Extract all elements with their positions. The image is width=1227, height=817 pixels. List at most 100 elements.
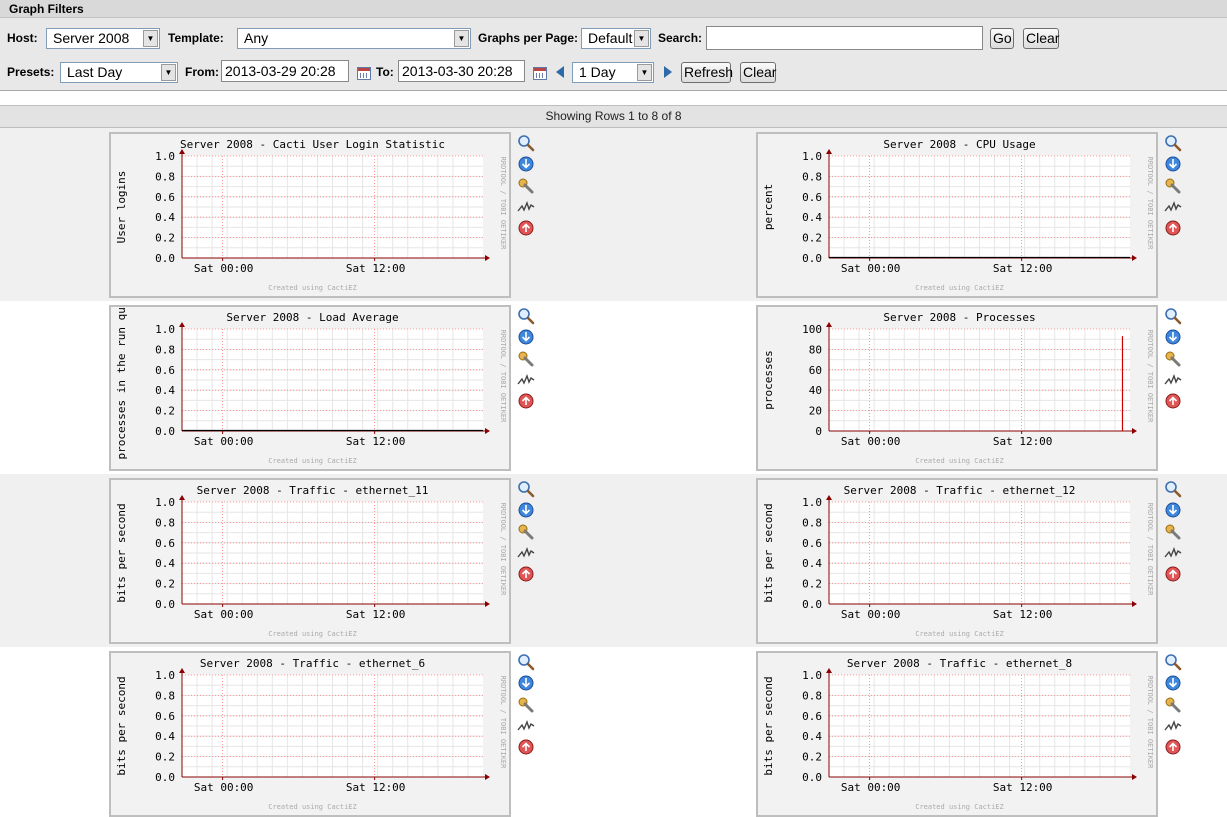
graph-image[interactable]: Server 2008 - CPU Usage 1.0 0.8 0.6 0.4 0.2 0.… [756,132,1158,298]
zoom-icon[interactable] [517,480,535,498]
y-axis-arrow [826,668,832,673]
y-tick-label: 0.4 [802,211,822,224]
edit-icon[interactable] [517,350,535,368]
export-icon[interactable] [517,328,535,346]
y-tick-label: 0.4 [802,730,822,743]
showing-rows-header: Showing Rows 1 to 8 of 8 [0,105,1227,128]
graph-image[interactable]: Server 2008 - Traffic - ethernet_11 1.0 0.… [109,478,511,644]
rrdtool-credit: RRDTOOL / TOBI OETIKER [1146,676,1154,770]
export-icon[interactable] [517,674,535,692]
y-tick-label: 1.0 [155,496,175,509]
export-icon[interactable] [517,155,535,173]
zoom-icon[interactable] [1164,480,1182,498]
realtime-icon[interactable] [1164,371,1182,389]
zoom-icon[interactable] [517,134,535,152]
realtime-icon[interactable] [517,198,535,216]
realtime-icon[interactable] [1164,198,1182,216]
x-axis-arrow [1132,255,1137,261]
y-tick-label: 0.0 [155,771,175,784]
export-icon[interactable] [1164,501,1182,519]
graph-image[interactable]: Server 2008 - Traffic - ethernet_8 1.0 0.8… [756,651,1158,817]
clear-search-button[interactable]: Clear [1023,28,1059,49]
y-tick-label: 0.2 [802,232,822,245]
export-icon[interactable] [1164,155,1182,173]
search-label: Search: [658,31,703,45]
chevron-down-icon: ▼ [637,64,652,81]
graph-footer: Created using CactiEZ [268,630,357,638]
move-up-icon[interactable] [517,738,535,756]
graph-image[interactable]: Server 2008 - Traffic - ethernet_6 1.0 0.8… [109,651,511,817]
edit-icon[interactable] [1164,523,1182,541]
graphs-per-page-label: Graphs per Page: [478,31,579,45]
zoom-icon[interactable] [517,307,535,325]
y-axis-arrow [179,495,185,500]
to-date-input[interactable]: 2013-03-30 20:28 [398,60,525,82]
y-tick-label: 0.0 [802,771,822,784]
y-tick-label: 0.6 [802,191,822,204]
export-icon[interactable] [1164,674,1182,692]
from-date-input[interactable]: 2013-03-29 20:28 [221,60,349,82]
realtime-icon[interactable] [1164,544,1182,562]
graph-footer: Created using CactiEZ [915,630,1004,638]
y-axis-label: bits per second [762,676,775,775]
go-button[interactable]: Go [990,28,1014,49]
graph-actions [1164,480,1184,590]
edit-icon[interactable] [1164,350,1182,368]
y-tick-label: 1.0 [155,150,175,163]
graph-image[interactable]: Server 2008 - Traffic - ethernet_12 1.0 0.… [756,478,1158,644]
move-up-icon[interactable] [1164,565,1182,583]
y-tick-label: 0.8 [155,343,175,356]
rrdtool-credit: RRDTOOL / TOBI OETIKER [499,503,507,597]
move-up-icon[interactable] [517,392,535,410]
edit-icon[interactable] [517,696,535,714]
y-tick-label: 1.0 [802,669,822,682]
move-up-icon[interactable] [1164,738,1182,756]
y-tick-label: 0.8 [802,689,822,702]
graph-actions [517,307,537,417]
export-icon[interactable] [517,501,535,519]
realtime-icon[interactable] [517,544,535,562]
from-calendar-icon[interactable] [357,67,371,80]
move-up-icon[interactable] [1164,219,1182,237]
y-axis-label: User logins [115,171,128,244]
zoom-icon[interactable] [1164,653,1182,671]
refresh-button[interactable]: Refresh [681,62,733,83]
y-tick-label: 0.0 [802,598,822,611]
shift-left-icon[interactable] [556,66,564,78]
edit-icon[interactable] [517,177,535,195]
zoom-icon[interactable] [1164,134,1182,152]
export-icon[interactable] [1164,328,1182,346]
template-select[interactable]: Any ▼ [237,28,471,49]
x-axis-arrow [1132,428,1137,434]
graph-title: Server 2008 - Load Average [226,311,398,324]
y-tick-label: 0.4 [155,557,175,570]
search-input[interactable] [706,26,983,50]
y-tick-label: 0.2 [802,578,822,591]
graph-title: Server 2008 - Traffic - ethernet_12 [844,484,1076,497]
y-tick-label: 0.4 [155,211,175,224]
zoom-icon[interactable] [1164,307,1182,325]
shift-right-icon[interactable] [664,66,672,78]
realtime-icon[interactable] [517,371,535,389]
edit-icon[interactable] [1164,177,1182,195]
move-up-icon[interactable] [517,219,535,237]
move-up-icon[interactable] [517,565,535,583]
host-select[interactable]: Server 2008 ▼ [46,28,160,49]
clear-dates-button[interactable]: Clear [740,62,776,83]
realtime-icon[interactable] [517,717,535,735]
timespan-select[interactable]: 1 Day ▼ [572,62,654,83]
to-calendar-icon[interactable] [533,67,547,80]
edit-icon[interactable] [517,523,535,541]
y-tick-label: 40 [809,384,822,397]
graph-image[interactable]: Server 2008 - Processes 100 80 60 40 20 0 Sat 0… [756,305,1158,471]
graph-image[interactable]: Server 2008 - Cacti User Login Statistic… [109,132,511,298]
graph-image[interactable]: Server 2008 - Load Average 1.0 0.8 0.6 0.4 0.… [109,305,511,471]
realtime-icon[interactable] [1164,717,1182,735]
zoom-icon[interactable] [517,653,535,671]
presets-select[interactable]: Last Day ▼ [60,62,178,83]
graphs-per-page-select[interactable]: Default ▼ [581,28,651,49]
y-tick-label: 0.8 [155,516,175,529]
presets-label: Presets: [7,65,55,79]
edit-icon[interactable] [1164,696,1182,714]
move-up-icon[interactable] [1164,392,1182,410]
